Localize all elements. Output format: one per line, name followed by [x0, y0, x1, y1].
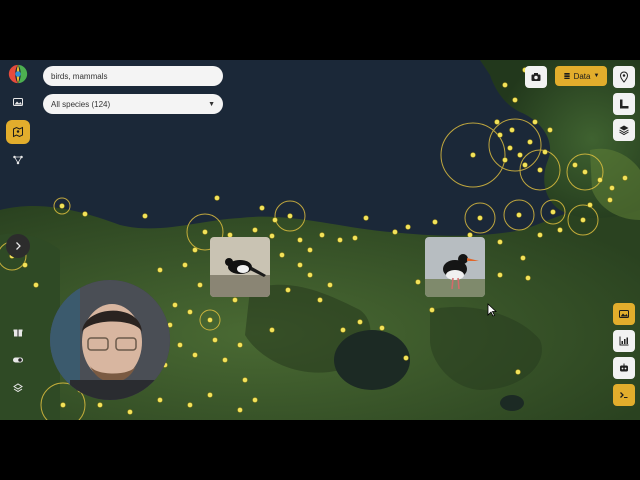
measure-button[interactable] — [613, 93, 635, 115]
location-pin-icon — [619, 71, 629, 83]
chevron-down-icon: ▼ — [208, 100, 215, 108]
graph-icon — [13, 155, 23, 165]
data-dropdown-label: Data — [573, 71, 591, 81]
chart-icon — [619, 336, 629, 346]
letterbox-top — [0, 0, 640, 60]
presenter-avatar — [50, 280, 170, 400]
observation-photo-magpie[interactable] — [210, 237, 270, 297]
oystercatcher-photo-icon — [425, 237, 485, 297]
webcam-overlay — [50, 280, 170, 400]
data-dropdown-button[interactable]: Data ▼ — [555, 66, 607, 86]
mouse-cursor-icon — [487, 303, 497, 317]
camera-icon — [531, 73, 541, 81]
search-input[interactable] — [43, 66, 223, 86]
ruler-icon — [620, 99, 629, 109]
chevron-right-icon — [16, 242, 21, 250]
letterbox-bottom — [0, 420, 640, 480]
assistant-button[interactable] — [613, 357, 635, 379]
lake-small — [500, 395, 524, 411]
terminal-icon — [620, 392, 628, 398]
location-button[interactable] — [613, 66, 635, 88]
gift-icon — [13, 329, 23, 337]
sidebar-item-graph[interactable] — [6, 148, 30, 172]
robot-icon — [620, 363, 628, 372]
magpie-photo-icon — [210, 237, 270, 297]
search-panel: All species (124) ▼ — [0, 60, 240, 120]
lake — [334, 330, 410, 390]
sidebar-item-gift[interactable] — [6, 320, 30, 344]
camera-button[interactable] — [525, 66, 547, 88]
species-filter-value: All species (124) — [51, 99, 111, 109]
sidebar-item-toggle[interactable] — [6, 348, 30, 372]
layers-icon — [619, 125, 629, 136]
chart-panel-button[interactable] — [613, 330, 635, 352]
console-button[interactable] — [613, 384, 635, 406]
observation-photo-oystercatcher[interactable] — [425, 237, 485, 297]
toggle-icon — [13, 357, 23, 363]
species-filter-dropdown[interactable]: All species (124) ▼ — [43, 94, 223, 114]
database-icon — [563, 73, 570, 79]
sidebar-item-map[interactable] — [6, 120, 30, 144]
layers-button[interactable] — [613, 119, 635, 141]
image-icon — [619, 310, 629, 318]
chevron-down-icon: ▼ — [593, 73, 600, 79]
map-icon — [13, 126, 23, 138]
image-panel-button[interactable] — [613, 303, 635, 325]
sidebar-item-layers[interactable] — [6, 376, 30, 400]
sidebar-expand-button[interactable] — [6, 234, 30, 258]
layers-stack-icon — [13, 383, 23, 393]
